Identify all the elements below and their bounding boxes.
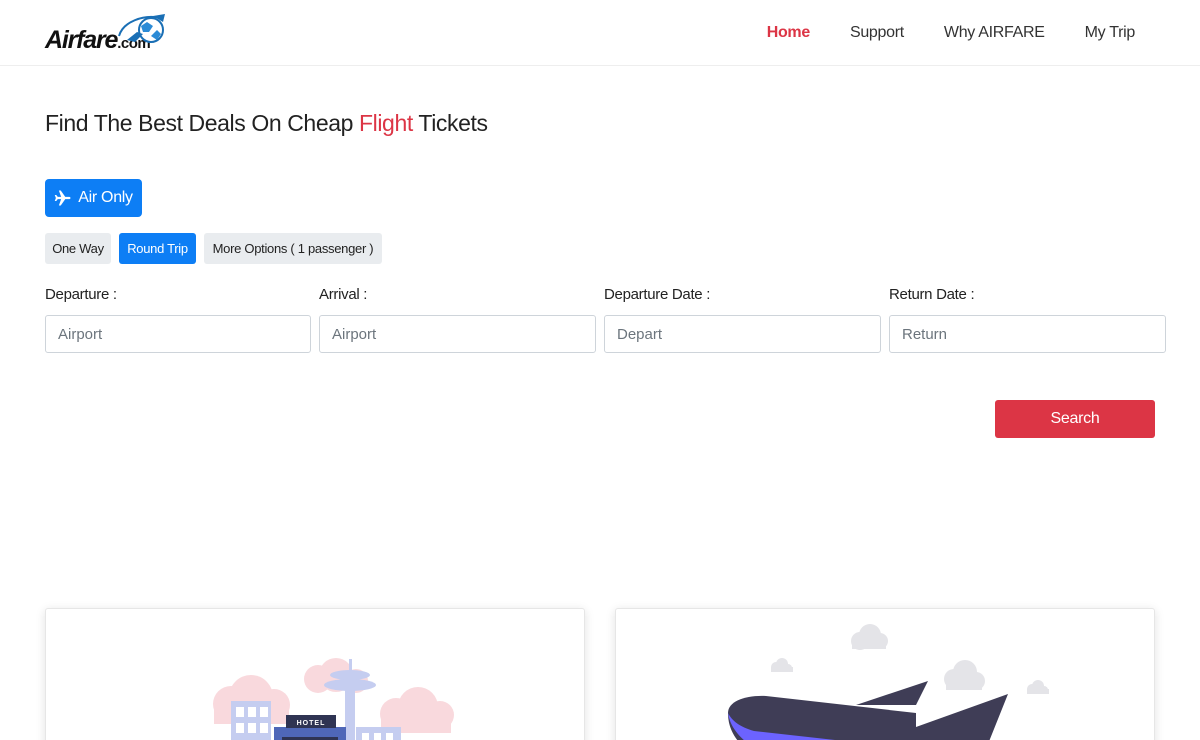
airfare-logo[interactable]: Airfare.com xyxy=(45,12,170,54)
departure-label: Departure : xyxy=(45,286,117,303)
more-options-button[interactable]: More Options ( 1 passenger ) xyxy=(204,233,382,264)
cloud-icon xyxy=(771,624,1049,694)
one-way-toggle[interactable]: One Way xyxy=(45,233,111,264)
arrival-airport-input[interactable] xyxy=(319,315,596,353)
nav-support[interactable]: Support xyxy=(850,24,904,42)
nav-home[interactable]: Home xyxy=(767,24,811,42)
return-date-label: Return Date : xyxy=(889,286,975,303)
search-button[interactable]: Search xyxy=(995,400,1155,438)
main-nav: Home Support Why AIRFARE My Trip xyxy=(727,0,1136,66)
building-icon xyxy=(356,727,401,740)
hotel-card[interactable]: HOTEL xyxy=(45,608,585,740)
nav-why-airfare[interactable]: Why AIRFARE xyxy=(944,24,1045,42)
site-header: Airfare.com Home Support Why AIRFARE My … xyxy=(0,0,1200,66)
page-title: Find The Best Deals On Cheap Flight Tick… xyxy=(45,110,488,136)
air-only-button[interactable]: Air Only xyxy=(45,179,142,217)
departure-airport-input[interactable] xyxy=(45,315,311,353)
title-accent-word: Flight xyxy=(358,110,413,136)
departure-date-label: Departure Date : xyxy=(604,286,711,303)
hotel-illustration: HOTEL xyxy=(213,658,454,740)
return-date-input[interactable] xyxy=(889,315,1166,353)
nav-my-trip[interactable]: My Trip xyxy=(1085,24,1136,42)
arrival-label: Arrival : xyxy=(319,286,368,303)
flight-card[interactable] xyxy=(615,608,1155,740)
round-trip-toggle[interactable]: Round Trip xyxy=(119,233,196,264)
departure-date-input[interactable] xyxy=(604,315,881,353)
plane-icon xyxy=(55,190,71,206)
logo-globe-icon xyxy=(118,14,165,43)
svg-text:HOTEL: HOTEL xyxy=(297,720,326,727)
airplane-illustration xyxy=(728,624,1049,740)
building-icon xyxy=(231,701,271,740)
air-only-label: Air Only xyxy=(78,189,133,206)
